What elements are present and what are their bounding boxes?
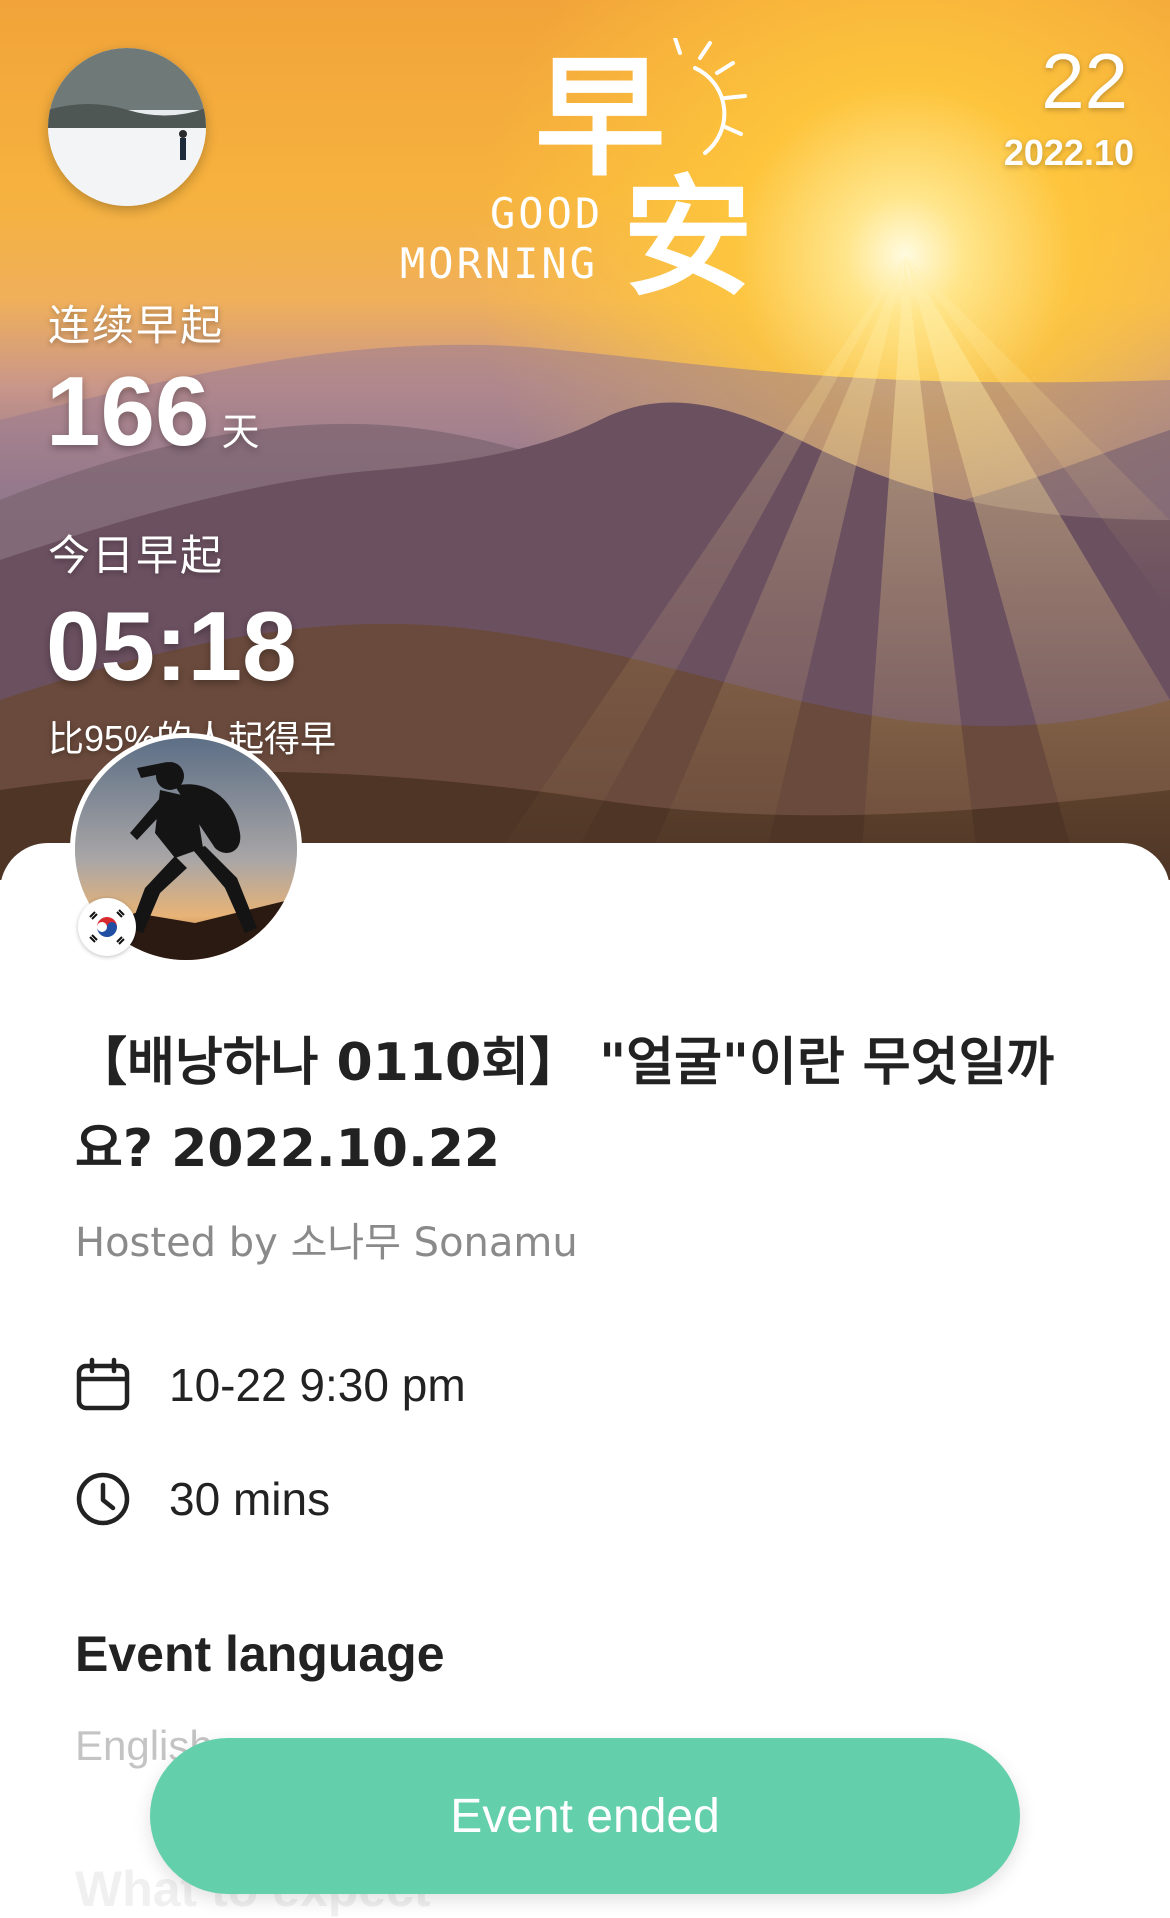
date-day: 22: [1041, 37, 1128, 125]
logo-text-morning: MORNING: [400, 239, 598, 288]
event-datetime-row: 10-22 9:30 pm: [75, 1357, 466, 1413]
today-label: 今日早起: [48, 532, 225, 579]
logo-char-bottom: 安: [623, 162, 753, 298]
logo-text-good: GOOD: [490, 189, 603, 238]
streak-label: 连续早起: [48, 302, 225, 349]
event-language-heading: Event language: [75, 1626, 445, 1682]
calendar-icon: [76, 1357, 130, 1411]
event-duration-row: 30 mins: [75, 1471, 330, 1527]
korea-flag-icon: [78, 898, 136, 956]
today-time: 05:18: [46, 591, 297, 701]
clock-icon: [76, 1472, 130, 1526]
streak-value-row: 166 天: [46, 362, 260, 482]
date-year-month: 2022.10: [1003, 132, 1134, 173]
event-ended-button[interactable]: Event ended: [150, 1738, 1020, 1894]
event-datetime: 10-22 9:30 pm: [169, 1359, 466, 1411]
streak-value: 166: [46, 356, 210, 466]
streak-unit: 天: [221, 412, 260, 454]
good-morning-logo: 早 安 GOOD MORNING: [400, 38, 753, 298]
event-duration: 30 mins: [169, 1473, 331, 1525]
event-title: 【배낭하나 0110회】 "얼굴"이란 무엇일까요? 2022.10.22: [75, 1033, 1055, 1179]
hosted-by[interactable]: Hosted by 소나무 Sonamu: [75, 1210, 578, 1268]
user-avatar[interactable]: [48, 48, 206, 206]
